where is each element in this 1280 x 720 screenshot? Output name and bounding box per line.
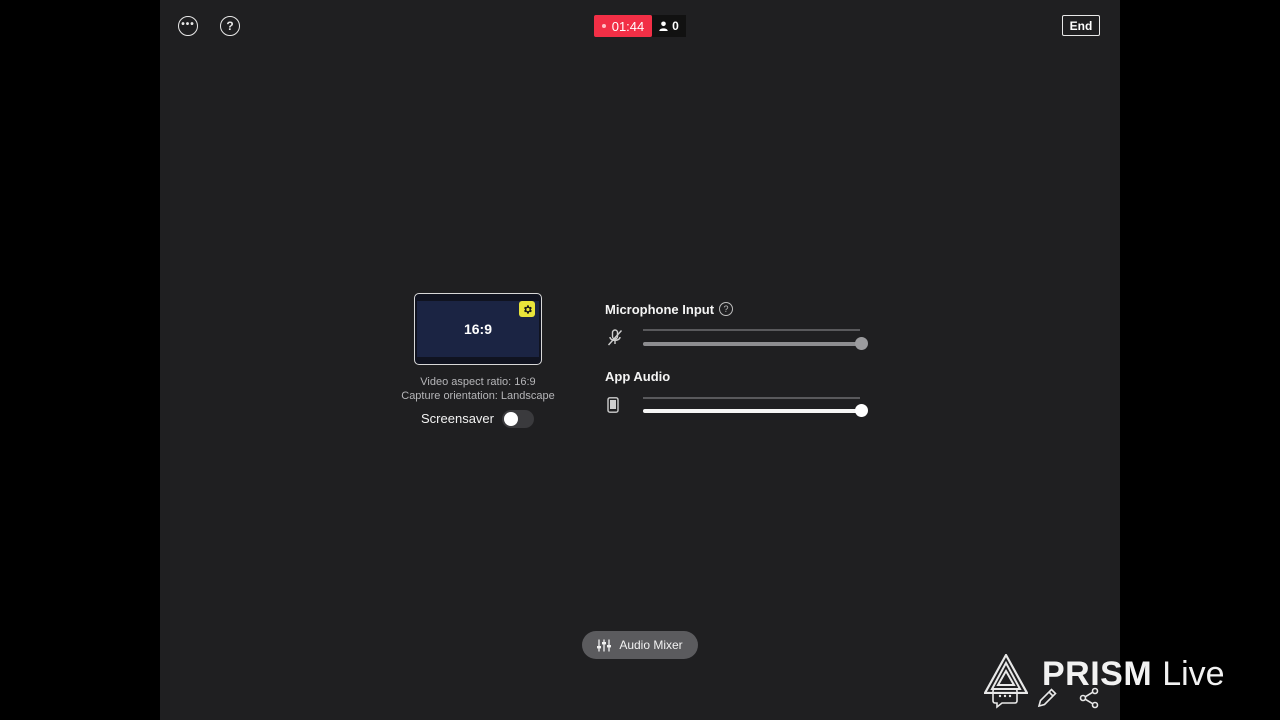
chat-icon[interactable] <box>992 687 1018 709</box>
share-icon[interactable] <box>1078 687 1100 709</box>
brand-suffix: Live <box>1162 654 1225 693</box>
gear-icon <box>523 304 532 314</box>
app-screen: ••• ? 01:44 0 End 16:9 Video aspect rati… <box>160 0 1120 720</box>
microphone-input-label: Microphone Input <box>605 302 715 317</box>
prism-live-watermark: PRISM Live <box>984 650 1225 698</box>
microphone-volume-slider[interactable] <box>643 337 868 350</box>
recording-dot-icon <box>601 24 606 28</box>
slider-thumb[interactable] <box>855 337 868 350</box>
help-button[interactable]: ? <box>220 16 240 36</box>
audio-mixer-label: Audio Mixer <box>619 638 683 652</box>
help-icon: ? <box>226 19 234 33</box>
aspect-ratio-info: Video aspect ratio: 16:9 <box>420 376 536 388</box>
more-options-button[interactable]: ••• <box>178 16 198 36</box>
sliders-icon <box>597 639 612 651</box>
orientation-info: Capture orientation: Landscape <box>401 390 555 402</box>
stage: ••• ? 01:44 0 End 16:9 Video aspect rati… <box>0 0 1280 720</box>
viewer-count-badge: 0 <box>652 15 686 37</box>
recording-timer-badge: 01:44 <box>594 15 652 37</box>
microphone-muted-icon[interactable] <box>607 329 623 347</box>
audio-mixer-button[interactable]: Audio Mixer <box>582 631 698 659</box>
recording-time: 01:44 <box>611 18 645 34</box>
app-audio-label: App Audio <box>605 369 671 384</box>
phone-icon[interactable] <box>607 397 619 413</box>
app-audio-meter <box>643 397 860 399</box>
preview-settings-button[interactable] <box>519 301 535 317</box>
slider-fill <box>643 409 861 413</box>
screensaver-toggle[interactable] <box>502 410 534 428</box>
more-icon: ••• <box>181 18 195 30</box>
help-icon: ? <box>723 304 729 314</box>
end-button[interactable]: End <box>1062 15 1100 36</box>
person-icon <box>659 21 668 31</box>
slider-fill <box>643 342 861 346</box>
viewer-count: 0 <box>672 19 679 33</box>
slider-thumb[interactable] <box>855 404 868 417</box>
microphone-help-button[interactable]: ? <box>719 302 733 316</box>
screensaver-label: Screensaver <box>421 411 494 426</box>
pen-icon[interactable] <box>1036 687 1058 709</box>
toggle-knob <box>504 412 518 426</box>
app-audio-volume-slider[interactable] <box>643 404 868 417</box>
microphone-meter <box>643 329 860 331</box>
video-preview-card[interactable]: 16:9 <box>414 293 542 365</box>
